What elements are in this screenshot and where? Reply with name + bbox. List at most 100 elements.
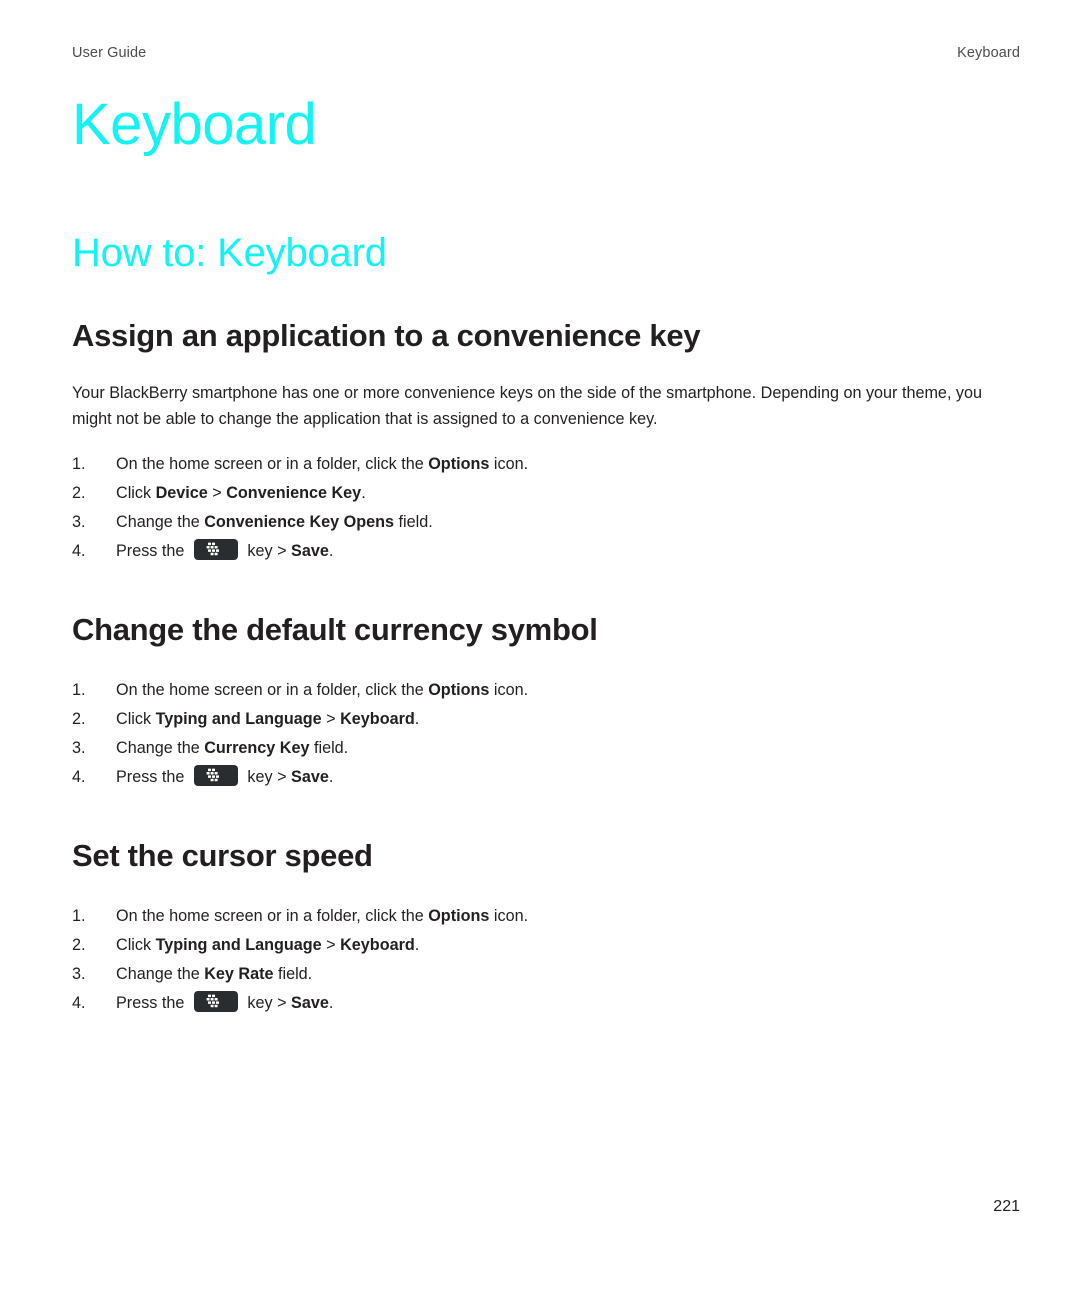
step-plain-text: . <box>328 993 334 1012</box>
task-intro-paragraph: Your BlackBerry smartphone has one or mo… <box>72 383 983 428</box>
step-plain-text: key > <box>242 767 292 786</box>
step-plain-text: On the home screen or in a folder, click… <box>116 455 429 474</box>
step-plain-text: icon. <box>489 455 529 474</box>
step-emphasis: Keyboard <box>340 709 415 728</box>
document-page: User Guide Keyboard Keyboard How to: Key… <box>0 0 1080 1296</box>
blackberry-menu-key-icon <box>193 538 238 560</box>
step-plain-text: Click <box>116 709 156 728</box>
step-emphasis: Options <box>428 455 490 474</box>
step-emphasis: Keyboard <box>340 935 415 954</box>
task-steps: 1. On the home screen or in a folder, cli… <box>72 902 1020 1017</box>
step-plain-text: Press the <box>116 767 189 786</box>
step-emphasis: Save <box>291 541 329 560</box>
step-number: 2. <box>72 935 86 954</box>
document-content: Keyboard How to: Keyboard Assign an appl… <box>72 96 1020 1017</box>
running-header: User Guide Keyboard <box>72 45 1020 61</box>
step-plain-text: field. <box>273 964 313 983</box>
task-step: 1. On the home screen or in a folder, cli… <box>72 902 1020 931</box>
step-emphasis: Convenience Key Opens <box>204 512 395 531</box>
step-plain-text: Click <box>116 935 156 954</box>
task-steps: 1. On the home screen or in a folder, cli… <box>72 450 1020 565</box>
running-header-right: Keyboard <box>957 45 1020 61</box>
task-steps: 1. On the home screen or in a folder, cli… <box>72 676 1020 791</box>
step-plain-text: Press the <box>116 541 189 560</box>
page-title: Keyboard <box>72 92 317 157</box>
step-plain-text: icon. <box>489 907 529 926</box>
step-plain-text: key > <box>242 993 292 1012</box>
step-plain-text: Press the <box>116 993 189 1012</box>
step-emphasis: Save <box>291 993 329 1012</box>
step-plain-text: field. <box>394 512 433 531</box>
step-emphasis: Convenience Key <box>226 483 362 502</box>
task-step: 3. Change the Currency Key field. <box>72 734 1020 763</box>
step-plain-text: . <box>414 709 420 728</box>
task-step: 3. Change the Key Rate field. <box>72 960 1020 989</box>
step-plain-text: field. <box>309 738 349 757</box>
step-emphasis: Device <box>155 483 208 502</box>
step-text: Change the Currency Key field. <box>116 734 1020 763</box>
step-emphasis: Save <box>291 767 329 786</box>
step-plain-text: . <box>328 767 334 786</box>
blackberry-menu-key-icon <box>193 764 238 786</box>
step-plain-text: . <box>328 541 334 560</box>
step-text: Click Typing and Language > Keyboard. <box>116 931 1020 960</box>
step-plain-text: key > <box>242 541 292 560</box>
task-step: 4. Press the key > Save. <box>72 989 1020 1018</box>
step-number: 1. <box>72 907 86 926</box>
step-plain-text: > <box>207 483 227 502</box>
step-number: 1. <box>72 681 86 700</box>
step-text: Press the key > Save. <box>116 763 1020 792</box>
step-text: Press the key > Save. <box>116 989 1020 1018</box>
page-number: 221 <box>993 1198 1020 1215</box>
step-text: On the home screen or in a folder, click… <box>116 902 1020 931</box>
step-plain-text: > <box>321 709 341 728</box>
step-number: 2. <box>72 483 86 502</box>
step-emphasis: Currency Key <box>204 738 310 757</box>
step-emphasis: Options <box>428 681 490 700</box>
step-plain-text: Change the <box>116 964 205 983</box>
step-number: 3. <box>72 964 86 983</box>
task-title: Set the cursor speed <box>72 838 373 874</box>
step-plain-text: On the home screen or in a folder, click… <box>116 681 429 700</box>
step-number: 3. <box>72 738 86 757</box>
task-step: 2. Click Device > Convenience Key. <box>72 479 1020 508</box>
step-plain-text: Change the <box>116 738 205 757</box>
task-step: 2. Click Typing and Language > Keyboard. <box>72 931 1020 960</box>
step-plain-text: Click <box>116 483 156 502</box>
step-plain-text: icon. <box>489 681 529 700</box>
blackberry-menu-key-icon <box>193 990 238 1012</box>
task-step: 2. Click Typing and Language > Keyboard. <box>72 705 1020 734</box>
step-text: Press the key > Save. <box>116 537 1020 566</box>
running-header-left: User Guide <box>72 45 147 61</box>
step-text: Click Device > Convenience Key. <box>116 479 1020 508</box>
section-title: How to: Keyboard <box>72 231 387 275</box>
step-number: 1. <box>72 455 86 474</box>
task-step: 3. Change the Convenience Key Opens field… <box>72 508 1020 537</box>
step-emphasis: Typing and Language <box>155 709 322 728</box>
task-step: 1. On the home screen or in a folder, cli… <box>72 676 1020 705</box>
step-plain-text: On the home screen or in a folder, click… <box>116 907 429 926</box>
step-plain-text: Change the <box>116 512 205 531</box>
step-number: 4. <box>72 541 86 560</box>
task-step: 4. Press the key > Save. <box>72 763 1020 792</box>
step-text: Change the Key Rate field. <box>116 960 1020 989</box>
step-text: Click Typing and Language > Keyboard. <box>116 705 1020 734</box>
step-emphasis: Typing and Language <box>155 935 322 954</box>
step-emphasis: Options <box>428 907 490 926</box>
step-plain-text: . <box>361 483 366 502</box>
task-list: Assign an application to a convenience k… <box>72 318 1020 1017</box>
step-number: 2. <box>72 709 86 728</box>
step-text: On the home screen or in a folder, click… <box>116 676 1020 705</box>
step-plain-text: . <box>414 935 420 954</box>
step-number: 4. <box>72 993 86 1012</box>
step-number: 4. <box>72 767 86 786</box>
step-number: 3. <box>72 512 86 531</box>
step-emphasis: Key Rate <box>204 964 274 983</box>
step-plain-text: > <box>321 935 341 954</box>
step-text: Change the Convenience Key Opens field. <box>116 508 1020 537</box>
step-text: On the home screen or in a folder, click… <box>116 450 1020 479</box>
task-title: Change the default currency symbol <box>72 612 598 648</box>
task-title: Assign an application to a convenience k… <box>72 318 701 353</box>
task-step: 1. On the home screen or in a folder, cli… <box>72 450 1020 479</box>
task-step: 4. Press the key > Save. <box>72 537 1020 566</box>
